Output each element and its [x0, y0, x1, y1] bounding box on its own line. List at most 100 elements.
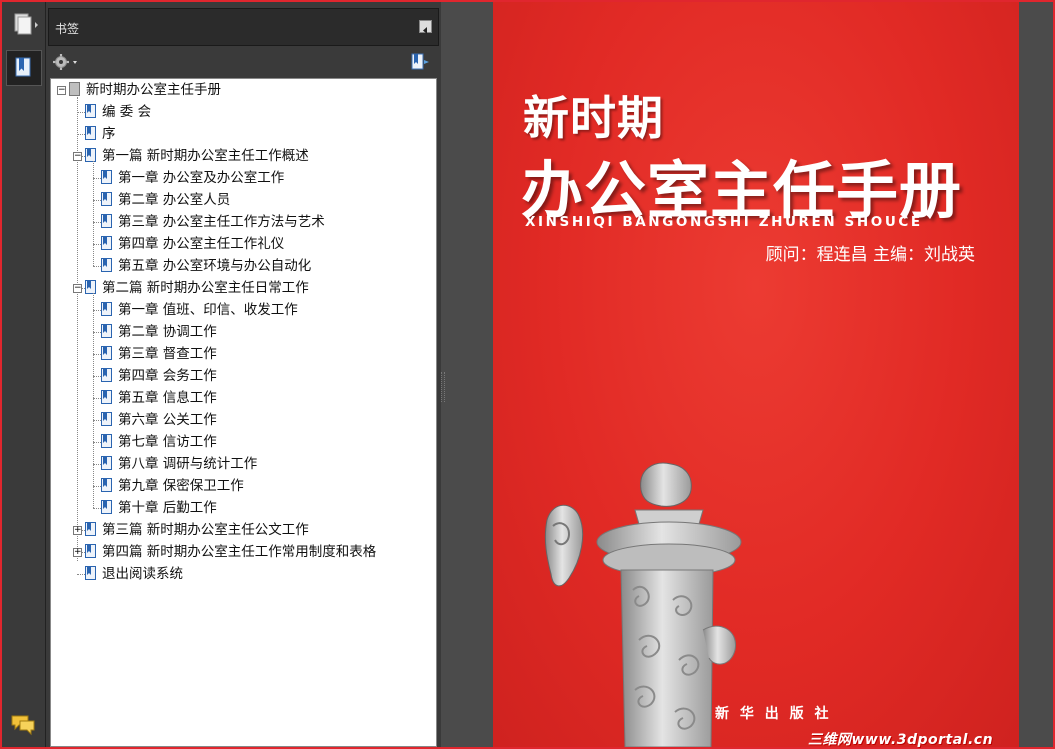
bookmark-icon [101, 258, 112, 272]
cover-subtitle: 新时期 [523, 91, 664, 145]
gear-icon[interactable] [52, 52, 82, 72]
bookmark-icon [101, 236, 112, 250]
document-icon [69, 82, 80, 96]
tree-guide-line [93, 464, 101, 465]
bookmark-label: 第二篇 新时期办公室主任日常工作 [102, 280, 309, 296]
tree-guide-line [77, 134, 85, 135]
tree-guide-line [93, 486, 101, 487]
bookmark-item[interactable]: 第二篇 新时期办公室主任日常工作 [85, 277, 309, 299]
bookmark-icon [101, 324, 112, 338]
collapse-toggle-root[interactable]: − [57, 86, 66, 95]
bookmarks-panel: 书签 − 新时期办公室主任手册 编 委 会 序 − 第一篇 新时期办公室主任工作… [46, 2, 441, 747]
tree-guide-line [93, 508, 101, 509]
bookmark-item[interactable]: 第五章 信息工作 [101, 387, 217, 409]
tree-guide-line [93, 332, 101, 333]
bookmark-label: 第三篇 新时期办公室主任公文工作 [102, 522, 309, 538]
bookmark-label: 第一章 办公室及办公室工作 [118, 170, 285, 186]
collapse-toggle[interactable]: − [73, 152, 82, 161]
tree-guide-line [93, 200, 101, 201]
tree-guide-line [93, 266, 101, 267]
watermark-cn: 三维网 [808, 732, 852, 748]
bookmark-label: 第五章 办公室环境与办公自动化 [118, 258, 312, 274]
bookmark-icon [101, 192, 112, 206]
bookmark-label: 第三章 督查工作 [118, 346, 217, 362]
watermark-url: www.3dportal.cn [851, 732, 994, 748]
tree-guide-line [93, 310, 101, 311]
bookmark-item[interactable]: 编 委 会 [85, 101, 151, 123]
bookmark-item[interactable]: 第十章 后勤工作 [101, 497, 217, 519]
bookmark-icon [101, 170, 112, 184]
bookmark-item[interactable]: 第七章 信访工作 [101, 431, 217, 453]
bookmark-item[interactable]: 第四章 会务工作 [101, 365, 217, 387]
bookmark-item[interactable]: 第三章 督查工作 [101, 343, 217, 365]
bookmark-label: 第四篇 新时期办公室主任工作常用制度和表格 [102, 544, 377, 560]
tree-guide-line [93, 178, 101, 179]
app-window: 书签 − 新时期办公室主任手册 编 委 会 序 − 第一篇 新时期办公室主任工作… [0, 0, 1055, 749]
collapse-toggle[interactable]: − [73, 284, 82, 293]
tree-guide-line [77, 574, 85, 575]
bookmark-icon [101, 214, 112, 228]
tree-guide-line [93, 222, 101, 223]
bookmark-icon [101, 412, 112, 426]
tree-guide-line [93, 244, 101, 245]
bookmark-label: 第九章 保密保卫工作 [118, 478, 244, 494]
bookmark-panel-icon[interactable] [6, 50, 42, 86]
bookmark-tree: − 新时期办公室主任手册 编 委 会序 − 第一篇 新时期办公室主任工作概述 第一章 … [50, 78, 437, 747]
panel-splitter[interactable] [441, 2, 493, 747]
bookmark-icon [101, 302, 112, 316]
bookmark-label: 第七章 信访工作 [118, 434, 217, 450]
splitter-grip[interactable] [441, 372, 445, 402]
bookmark-icon [85, 126, 96, 140]
bookmark-label: 第二章 协调工作 [118, 324, 217, 340]
bookmark-item[interactable]: 第二章 协调工作 [101, 321, 217, 343]
bookmark-item[interactable]: 第一章 办公室及办公室工作 [101, 167, 284, 189]
collapse-panel-icon[interactable] [419, 20, 432, 34]
collapse-toggle[interactable]: + [73, 526, 82, 535]
cover-publisher: 新 华 出 版 社 [715, 706, 832, 722]
bookmark-item[interactable]: 第二章 办公室人员 [101, 189, 230, 211]
bookmark-label: 第八章 调研与统计工作 [118, 456, 258, 472]
page-gutter [1019, 2, 1053, 747]
bookmark-item[interactable]: 第一篇 新时期办公室主任工作概述 [85, 145, 309, 167]
bookmark-item[interactable]: 第一章 值班、印信、收发工作 [101, 299, 298, 321]
bookmark-label: 新时期办公室主任手册 [86, 82, 221, 98]
bookmark-icon [101, 346, 112, 360]
bookmark-label: 编 委 会 [102, 104, 152, 120]
bookmark-label: 第三章 办公室主任工作方法与艺术 [118, 214, 325, 230]
bookmark-label: 第一章 值班、印信、收发工作 [118, 302, 298, 318]
tree-guide-line [93, 398, 101, 399]
bookmark-item[interactable]: 第三章 办公室主任工作方法与艺术 [101, 211, 325, 233]
bookmark-icon [101, 500, 112, 514]
bookmark-label: 序 [102, 126, 116, 142]
bookmark-item[interactable]: 第三篇 新时期办公室主任公文工作 [85, 519, 309, 541]
bookmark-root[interactable]: 新时期办公室主任手册 [69, 79, 221, 101]
bookmark-item[interactable]: 退出阅读系统 [85, 563, 183, 585]
bookmark-item[interactable]: 第五章 办公室环境与办公自动化 [101, 255, 311, 277]
cover-pinyin: XINSHIQI BANGONGSHI ZHUREN SHOUCE [525, 214, 923, 230]
bookmark-item[interactable]: 第六章 公关工作 [101, 409, 217, 431]
tree-guide-line [93, 376, 101, 377]
comments-icon[interactable] [6, 710, 42, 746]
bookmark-icon [85, 148, 96, 162]
bookmark-item[interactable]: 第八章 调研与统计工作 [101, 453, 257, 475]
tree-guide-line [93, 161, 94, 266]
bookmark-icon [85, 280, 96, 294]
panel-title: 书签 [55, 22, 80, 36]
new-bookmark-icon[interactable] [409, 52, 431, 72]
bookmark-icon [85, 544, 96, 558]
bookmark-label: 第五章 信息工作 [118, 390, 217, 406]
tree-guide-line [93, 354, 101, 355]
bookmark-item[interactable]: 序 [85, 123, 116, 145]
bookmark-icon [101, 478, 112, 492]
pages-icon[interactable] [6, 8, 42, 44]
bookmark-label: 第十章 后勤工作 [118, 500, 217, 516]
tree-guide-line [77, 112, 85, 113]
bookmark-label: 第二章 办公室人员 [118, 192, 231, 208]
cover-credits: 顾问：程连昌 主编：刘战英 [765, 245, 975, 265]
bookmark-label: 第六章 公关工作 [118, 412, 217, 428]
bookmark-item[interactable]: 第九章 保密保卫工作 [101, 475, 244, 497]
collapse-toggle[interactable]: + [73, 548, 82, 557]
bookmark-item[interactable]: 第四篇 新时期办公室主任工作常用制度和表格 [85, 541, 376, 563]
bookmark-item[interactable]: 第四章 办公室主任工作礼仪 [101, 233, 284, 255]
bookmark-label: 第四章 会务工作 [118, 368, 217, 384]
